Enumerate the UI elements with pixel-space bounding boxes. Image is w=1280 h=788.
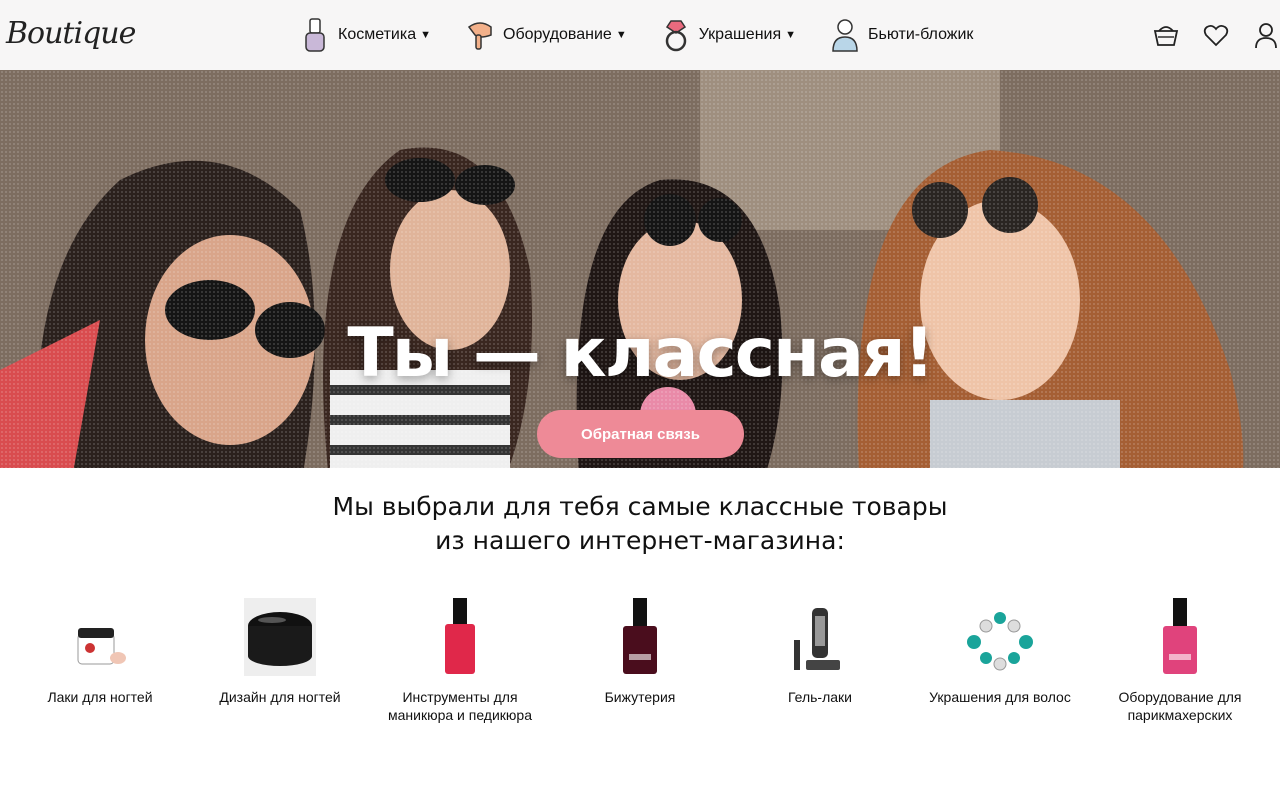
featured-section: Мы выбрали для тебя самые классные товар… (10, 468, 1270, 788)
nav-label-equipment: Оборудование (503, 26, 612, 43)
product-categories: Лаки для ногтей Дизайн для ногтей Инстру… (10, 594, 1270, 774)
nail-gel-jar-icon (77, 628, 126, 665)
category-label: Инструменты для маникюра и педикюра (387, 689, 532, 723)
category-label: Оборудование для парикмахерских (1118, 689, 1242, 723)
category-manicure-tools[interactable]: Инструменты для маникюра и педикюра (380, 594, 540, 724)
nail-polish-icon (305, 18, 325, 52)
nav-label-jewelry: Украшения (698, 26, 782, 43)
nav-item-equipment[interactable]: Оборудование ▼ (465, 17, 627, 53)
hair-dryer-icon (467, 22, 492, 50)
heart-icon[interactable] (1202, 21, 1230, 49)
header-actions (1130, 0, 1280, 70)
category-gel-polish[interactable]: Гель-лаки (740, 594, 900, 706)
category-label: Украшения для волос (929, 689, 1071, 705)
hair-trimmer-icon (794, 608, 840, 670)
category-label: Бижутерия (604, 689, 676, 705)
halftone-overlay (0, 70, 1280, 468)
hero-title: Ты — классная! (347, 314, 934, 393)
chevron-down-icon: ▼ (615, 29, 627, 41)
boutique-logo[interactable]: Boutique (2, 8, 142, 60)
nav-item-jewelry[interactable]: Украшения ▼ (661, 17, 796, 53)
ring-icon (665, 20, 686, 52)
nav-item-cosmetics[interactable]: Косметика ▼ (300, 17, 431, 53)
nav-label-blog: Бьюти-бложик (868, 26, 974, 43)
category-hair-jewelry[interactable]: Украшения для волос (920, 594, 1080, 706)
category-nail-polish[interactable]: Лаки для ногтей (20, 594, 180, 706)
black-jar-icon (244, 598, 316, 676)
site-header: Boutique Косметика ▼ Оборудование ▼ Укра… (0, 0, 1280, 70)
category-label: Дизайн для ногтей (219, 689, 341, 705)
user-icon[interactable] (1252, 21, 1280, 49)
heading-line-2: из нашего интернет-магазина: (435, 526, 845, 555)
main-nav: Косметика ▼ Оборудование ▼ Украшения ▼ Б… (300, 0, 1007, 70)
heading-line-1: Мы выбрали для тебя самые классные товар… (332, 492, 948, 521)
feedback-button[interactable]: Обратная связь (537, 410, 744, 458)
category-salon-equipment[interactable]: Оборудование для парикмахерских (1100, 594, 1260, 724)
category-nail-design[interactable]: Дизайн для ногтей (200, 594, 360, 706)
dark-nail-polish-icon (623, 598, 657, 674)
section-heading: Мы выбрали для тебя самые классные товар… (10, 490, 1270, 558)
logo-text: Boutique (6, 16, 136, 51)
hero-banner: Ты — классная! Обратная связь (0, 70, 1280, 468)
red-nail-polish-icon (445, 598, 475, 674)
category-label: Гель-лаки (788, 689, 852, 705)
category-bijouterie[interactable]: Бижутерия (560, 594, 720, 706)
nav-label-cosmetics: Косметика (338, 26, 417, 43)
chevron-down-icon: ▼ (785, 29, 797, 41)
bead-bracelet-icon (967, 612, 1033, 671)
basket-icon[interactable] (1152, 21, 1180, 49)
chevron-down-icon: ▼ (420, 29, 431, 41)
blogger-icon (832, 19, 858, 52)
category-label: Лаки для ногтей (47, 689, 153, 705)
nav-item-blog[interactable]: Бьюти-бложик (830, 17, 973, 53)
pink-nail-polish-icon (1163, 598, 1197, 674)
